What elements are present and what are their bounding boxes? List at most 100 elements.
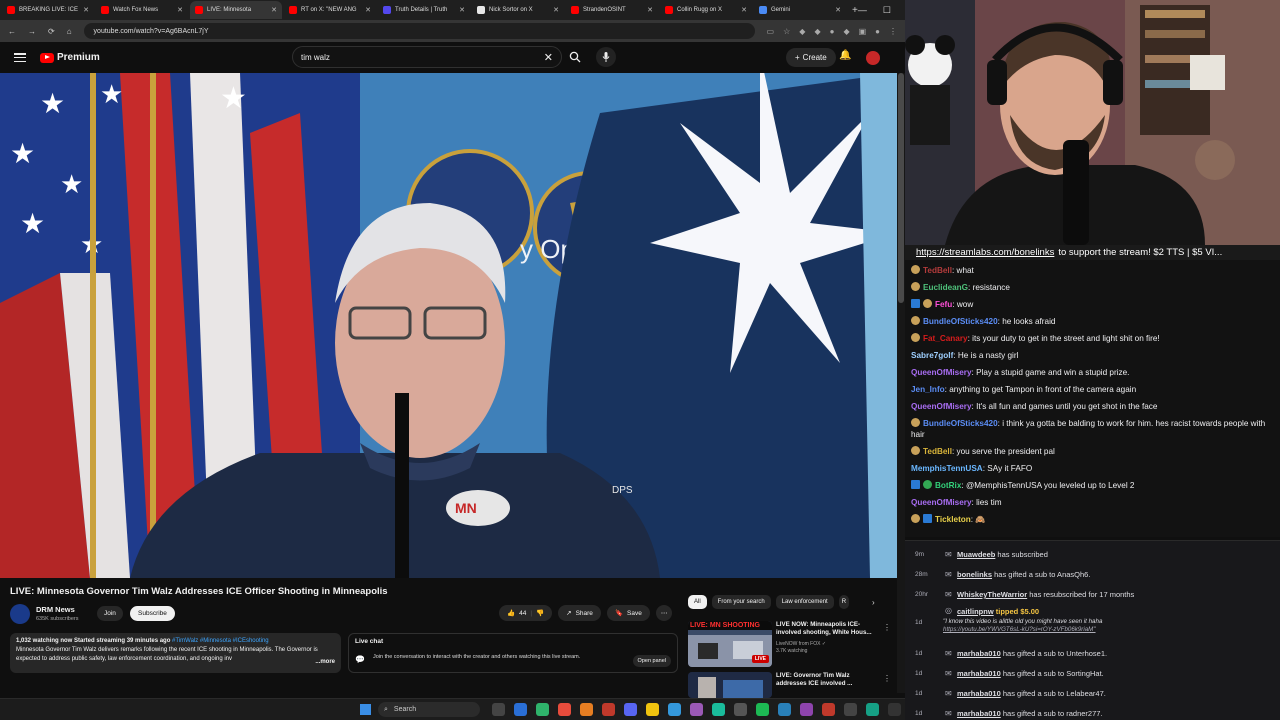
app-icon[interactable] — [514, 703, 527, 716]
minimize-icon[interactable]: — — [858, 5, 867, 16]
video-player[interactable]: ★ ★ ★ ★ ★ ★ ★ y Ope — [0, 73, 897, 578]
chat-username[interactable]: Fat_Canary — [923, 334, 968, 343]
account-avatar[interactable] — [866, 51, 880, 65]
event-username[interactable]: caitlinpnw — [957, 607, 994, 616]
join-button[interactable]: Join — [97, 606, 123, 621]
search-input[interactable]: tim walz ✕ — [292, 46, 562, 68]
related-title[interactable]: LIVE: Governor Tim Walz addresses ICE in… — [776, 672, 881, 688]
spotify-icon[interactable] — [756, 703, 769, 716]
app-icon[interactable] — [822, 703, 835, 716]
tip-link[interactable]: https://youtu.be/YWVGT6sL-kU?si=rOY-zVFb… — [943, 626, 1096, 633]
reload-icon[interactable]: ⟳ — [48, 27, 55, 36]
app-icon[interactable] — [602, 703, 615, 716]
chat-username[interactable]: TedBell — [923, 447, 952, 456]
tab-close-icon[interactable]: ✕ — [365, 6, 371, 14]
voice-search-button[interactable] — [596, 47, 616, 67]
app-icon[interactable] — [712, 703, 725, 716]
folder-icon[interactable] — [646, 703, 659, 716]
chat-username[interactable]: BotRix — [935, 481, 961, 490]
like-icon[interactable]: 👍 — [507, 609, 515, 617]
kebab-menu-icon[interactable]: ⋮ — [883, 674, 891, 683]
discord-icon[interactable] — [624, 703, 637, 716]
bookmark-star-icon[interactable]: ☆ — [783, 27, 790, 36]
youtube-logo[interactable]: Premium — [40, 52, 100, 63]
related-title[interactable]: LIVE NOW: Minneapolis ICE-involved shoot… — [776, 621, 881, 637]
tab-close-icon[interactable]: ✕ — [83, 6, 89, 14]
browser-tab[interactable]: LIVE: Minnesota ✕ — [190, 1, 282, 19]
extension-icon[interactable]: ◆ — [843, 27, 849, 36]
chevron-right-icon[interactable]: › — [872, 598, 875, 607]
filter-chip[interactable]: R — [838, 595, 849, 609]
related-video[interactable]: LIVE: MN SHOOTING LIVE LIVE NOW: Minneap… — [688, 621, 893, 671]
like-count[interactable]: 44 — [519, 610, 526, 617]
event-username[interactable]: marhaba010 — [957, 669, 1001, 678]
cast-icon[interactable]: ▭ — [767, 27, 775, 36]
browser-tab[interactable]: Gemini ✕ — [754, 1, 846, 19]
filter-chip[interactable]: From your search — [711, 595, 771, 609]
maximize-icon[interactable]: ☐ — [883, 5, 891, 16]
event-username[interactable]: WhiskeyTheWarrior — [957, 590, 1027, 599]
windows-start-icon[interactable] — [360, 704, 371, 715]
banner-link[interactable]: https://streamlabs.com/bonelinks — [916, 247, 1054, 258]
browser-tab[interactable]: BREAKING LIVE: ICE ✕ — [2, 1, 94, 19]
tab-close-icon[interactable]: ✕ — [177, 6, 183, 14]
more-actions-button[interactable]: ⋯ — [655, 605, 673, 621]
filter-chip[interactable]: All — [688, 595, 707, 609]
chat-username[interactable]: BundleOfSticks420 — [923, 317, 998, 326]
browser-tab[interactable]: Truth Details | Truth ✕ — [378, 1, 470, 19]
task-view-icon[interactable] — [492, 703, 505, 716]
event-username[interactable]: bonelinks — [957, 570, 992, 579]
dislike-icon[interactable]: 👎 — [536, 609, 544, 617]
back-icon[interactable]: ← — [8, 27, 16, 36]
chat-username[interactable]: Jen_Info — [911, 385, 945, 394]
related-channel[interactable]: LiveNOW from FOX ✓ — [776, 641, 826, 647]
app-icon[interactable] — [800, 703, 813, 716]
app-icon[interactable] — [580, 703, 593, 716]
show-more-link[interactable]: ...more — [311, 658, 335, 667]
chat-username[interactable]: MemphisTennUSA — [911, 464, 983, 473]
app-icon[interactable] — [866, 703, 879, 716]
event-username[interactable]: marhaba010 — [957, 689, 1001, 698]
chat-username[interactable]: TedBell — [923, 266, 952, 275]
subscribe-button[interactable]: Subscribe — [130, 606, 175, 621]
save-button[interactable]: 🔖 Save — [606, 605, 650, 621]
puzzle-icon[interactable]: ▣ — [859, 27, 867, 36]
browser-tab[interactable]: Collin Rugg on X ✕ — [660, 1, 752, 19]
search-button[interactable] — [562, 46, 588, 68]
tab-close-icon[interactable]: ✕ — [741, 6, 747, 14]
address-bar[interactable]: youtube.com/watch?v=Ag6BAcnL7jY — [83, 23, 755, 39]
app-icon[interactable] — [888, 703, 901, 716]
extension-icon[interactable]: ● — [830, 27, 835, 36]
chat-username[interactable]: QueenOfMisery — [911, 368, 972, 377]
create-button[interactable]: + Create — [786, 48, 836, 67]
channel-name[interactable]: DRM News — [36, 605, 75, 614]
filter-chip[interactable]: Law enforcement — [775, 595, 834, 609]
chat-username[interactable]: Sabre7golf — [911, 351, 953, 360]
tab-close-icon[interactable]: ✕ — [647, 6, 653, 14]
app-icon[interactable] — [668, 703, 681, 716]
notifications-bell-icon[interactable]: 🔔 — [839, 50, 851, 61]
app-icon[interactable] — [844, 703, 857, 716]
app-icon[interactable] — [690, 703, 703, 716]
profile-icon[interactable]: ● — [875, 27, 880, 36]
hamburger-menu-icon[interactable] — [14, 53, 26, 62]
tab-close-icon[interactable]: ✕ — [271, 6, 277, 14]
channel-avatar[interactable] — [10, 604, 30, 624]
browser-tab[interactable]: Nick Sortor on X ✕ — [472, 1, 564, 19]
description-hashtags[interactable]: #TimWalz #Minnesota #ICEshooting — [170, 638, 269, 644]
chat-username[interactable]: Fefu — [935, 300, 952, 309]
obs-icon[interactable] — [734, 703, 747, 716]
chat-username[interactable]: BundleOfSticks420 — [923, 419, 998, 428]
related-video[interactable]: LIVE: Governor Tim Walz addresses ICE in… — [688, 672, 893, 698]
video-description[interactable]: 1,032 watching now Started streaming 39 … — [10, 633, 341, 673]
forward-icon[interactable]: → — [28, 27, 36, 36]
extension-icon[interactable]: ◆ — [814, 27, 820, 36]
kebab-menu-icon[interactable]: ⋮ — [883, 623, 891, 632]
taskbar-search[interactable]: ⌕ Search — [378, 702, 480, 717]
browser-tab[interactable]: StrandenOSINT ✕ — [566, 1, 658, 19]
tab-close-icon[interactable]: ✕ — [459, 6, 465, 14]
tab-close-icon[interactable]: ✕ — [835, 6, 841, 14]
app-icon[interactable] — [778, 703, 791, 716]
app-icon[interactable] — [536, 703, 549, 716]
share-button[interactable]: ↗ Share — [558, 605, 601, 621]
